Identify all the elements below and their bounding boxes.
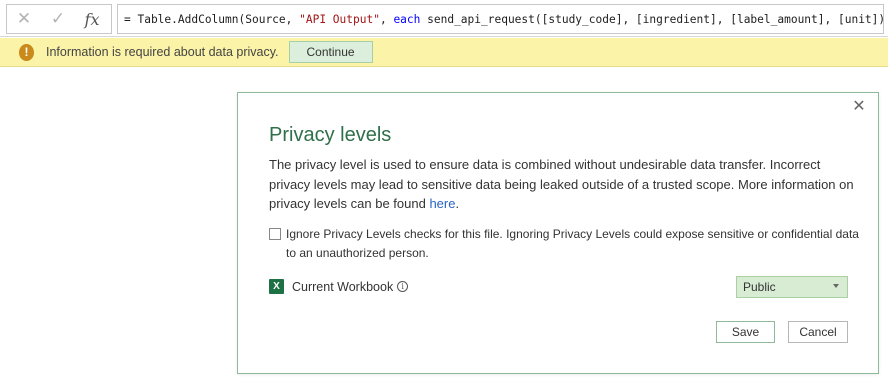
privacy-info-bar: ! Information is required about data pri…: [0, 38, 888, 67]
info-icon[interactable]: i: [397, 281, 409, 292]
privacy-level-value: Public: [743, 280, 776, 294]
save-button[interactable]: Save: [716, 321, 775, 343]
privacy-levels-dialog: ✕ Privacy levels The privacy level is us…: [237, 92, 879, 374]
fx-icon[interactable]: fx: [75, 5, 109, 33]
cancel-button[interactable]: Cancel: [788, 321, 848, 343]
formula-bar: ✕ ✓ fx = Table.AddColumn(Source, "API Ou…: [0, 0, 888, 37]
source-name: Current Workbook: [292, 279, 394, 294]
formula-input[interactable]: = Table.AddColumn(Source, "API Output", …: [117, 4, 884, 34]
dialog-description: The privacy level is used to ensure data…: [269, 155, 859, 214]
info-message: Information is required about data priva…: [46, 45, 279, 59]
formula-string: "API Output": [299, 12, 380, 26]
dialog-title: Privacy levels: [269, 124, 392, 146]
description-end: .: [455, 196, 460, 211]
checkmark-icon[interactable]: ✓: [41, 5, 75, 33]
chevron-down-icon: [833, 284, 839, 288]
close-icon[interactable]: ✕: [7, 5, 41, 33]
formula-suffix: send_api_request([study_code], [ingredie…: [420, 12, 884, 26]
formula-keyword: each: [393, 12, 421, 26]
privacy-level-dropdown[interactable]: Public: [736, 276, 848, 298]
data-source-row: X Current Workbook i: [269, 279, 409, 294]
formula-prefix: = Table.AddColumn(Source,: [124, 12, 300, 26]
warning-icon: !: [19, 43, 34, 61]
ignore-privacy-checkbox[interactable]: [269, 228, 281, 240]
continue-button[interactable]: Continue: [288, 41, 373, 63]
ignore-privacy-label[interactable]: Ignore Privacy Levels checks for this fi…: [286, 225, 859, 263]
here-link[interactable]: here: [429, 196, 455, 211]
excel-icon: X: [269, 279, 284, 294]
ignore-privacy-row: Ignore Privacy Levels checks for this fi…: [269, 226, 859, 263]
close-icon[interactable]: ✕: [851, 99, 867, 115]
formula-bar-buttons: ✕ ✓ fx: [6, 4, 112, 34]
description-text: The privacy level is used to ensure data…: [269, 157, 854, 211]
formula-mid: ,: [379, 12, 394, 26]
